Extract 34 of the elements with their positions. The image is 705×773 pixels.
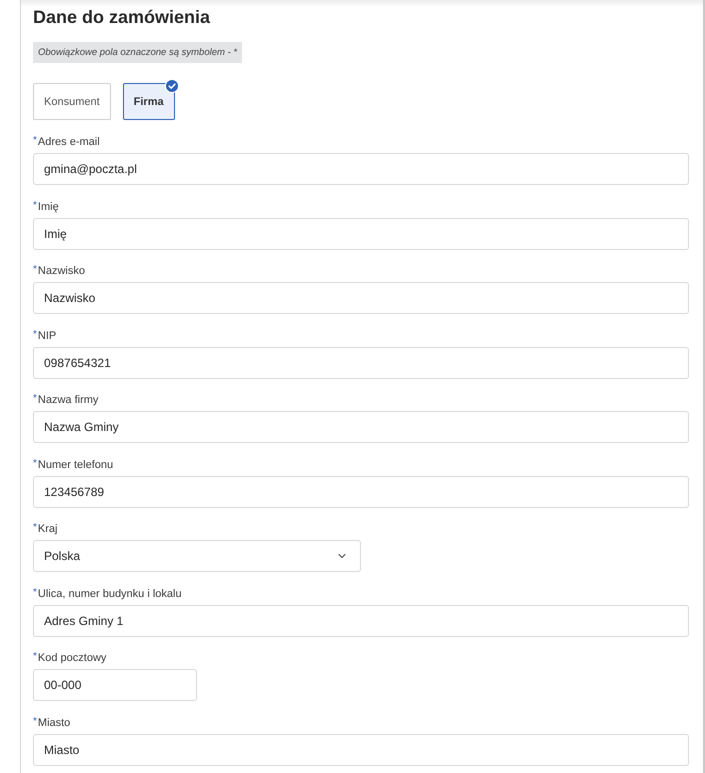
input-field[interactable]: 00-000	[33, 669, 197, 701]
required-mark: *	[33, 200, 37, 212]
required-mark: *	[33, 586, 37, 598]
input-field[interactable]: Nazwisko	[33, 282, 689, 314]
field-label: Nazwa firmy	[38, 393, 98, 407]
field-label: Kod pocztowy	[38, 651, 106, 665]
field-label: Miasto	[38, 716, 70, 730]
customer-type-toggle[interactable]: Konsument	[33, 83, 111, 120]
field-label: Adres e-mail	[38, 135, 100, 149]
required-mark: *	[33, 393, 37, 405]
field-label: Numer telefonu	[38, 458, 114, 472]
required-mark: *	[33, 716, 37, 728]
required-mark: *	[33, 328, 37, 340]
required-mark: *	[33, 135, 37, 147]
field-label: Imię	[38, 200, 59, 214]
input-field[interactable]: gmina@poczta.pl	[33, 153, 689, 185]
input-field[interactable]: 123456789	[33, 476, 689, 508]
field-label: Kraj	[38, 522, 58, 536]
input-field[interactable]: 0987654321	[33, 346, 689, 378]
field-label: Ulica, numer budynku i lokalu	[38, 586, 182, 600]
input-field[interactable]: Imię	[33, 218, 689, 250]
country-select[interactable]: Polska	[33, 540, 361, 572]
required-mark: *	[33, 522, 37, 534]
input-field[interactable]: Nazwa Gminy	[33, 411, 689, 443]
input-field[interactable]: Miasto	[33, 734, 689, 766]
required-notice: Obowiązkowe pola oznaczone są symbolem - *	[33, 42, 242, 63]
field-label: Nazwisko	[38, 264, 85, 278]
input-field[interactable]: Adres Gminy 1	[33, 604, 689, 636]
required-mark: *	[33, 264, 37, 276]
field-label: NIP	[38, 328, 56, 342]
form-title: Dane do zamówienia	[33, 6, 210, 29]
check-badge-icon	[164, 79, 179, 93]
required-mark: *	[33, 458, 37, 470]
required-mark: *	[33, 651, 37, 663]
